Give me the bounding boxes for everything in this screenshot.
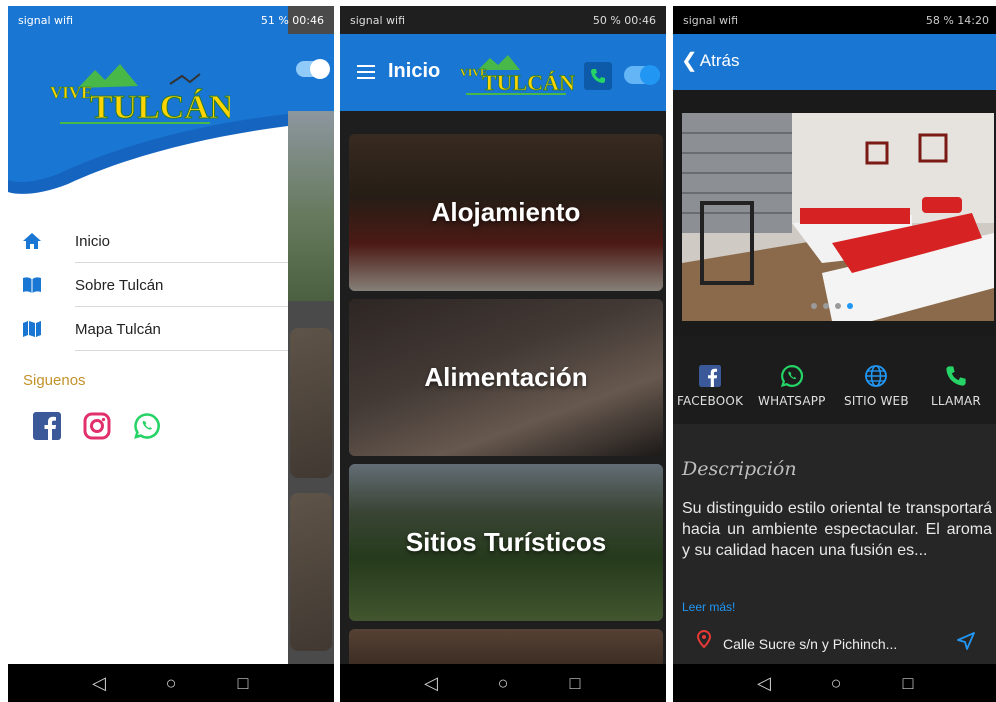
nav-back-button[interactable]: ◁ [88,672,110,694]
category-card[interactable] [349,629,663,669]
background-content [288,6,334,702]
svg-text:TULCÁN: TULCÁN [90,89,230,126]
home-icon [21,230,43,252]
whatsapp-icon[interactable] [133,412,163,442]
description-title: Descripción [682,458,797,480]
category-label: Alojamiento [431,197,581,227]
system-nav-bar: ◁ ○ □ [8,664,334,702]
phone-detail-screen: signal wifi 58 % 14:20 ❮ Atrás FACEBOOK … [673,6,996,702]
book-icon [21,274,43,296]
system-nav-bar: ◁ ○ □ [673,664,996,702]
navigation-arrow-icon[interactable] [957,632,975,655]
drawer-item-mapa-tulcan[interactable]: Mapa Tulcán [8,307,288,351]
category-label: Alimentación [424,362,588,392]
facebook-icon[interactable] [33,412,63,442]
page-title: Inicio [388,60,441,82]
facebook-icon [698,364,722,388]
category-card[interactable] [290,493,332,651]
detail-content: FACEBOOK WHATSAPP SITIO WEB LLAMAR Descr… [673,90,996,664]
status-bar: signal wifi 51 % 00:46 [8,6,334,34]
action-label: WHATSAPP [758,394,826,408]
phone-icon [944,364,968,388]
menu-icon[interactable] [357,65,375,79]
drawer-item-label: Mapa Tulcán [75,320,161,338]
globe-icon [864,364,888,388]
address-row[interactable]: Calle Sucre s/n y Pichinch... [673,624,996,664]
theme-toggle[interactable] [624,65,660,85]
status-right: 58 % 14:20 [925,13,989,27]
drawer-item-inicio[interactable]: Inicio [8,219,288,263]
facebook-button[interactable]: FACEBOOK [677,364,743,408]
nav-home-button[interactable]: ○ [492,672,514,694]
back-button[interactable]: ❮ Atrás [681,48,739,73]
hotel-room-image [682,113,994,321]
nav-recents-button[interactable]: □ [232,672,254,694]
app-bar: Inicio VIVE TULCÁN [340,34,666,111]
svg-text:TULCÁN: TULCÁN [482,70,575,95]
category-card-alimentacion[interactable]: Alimentación [349,299,663,456]
status-right: 50 % 00:46 [592,13,656,27]
category-card-sitios-turisticos[interactable]: Sitios Turísticos [349,464,663,621]
drawer-header: VIVE TULCÁN [8,6,288,196]
hotel-photo-carousel[interactable] [682,113,994,321]
status-left: signal wifi [18,13,74,27]
category-card[interactable] [290,328,332,478]
drawer-item-label: Inicio [75,232,111,250]
nav-recents-button[interactable]: □ [564,672,586,694]
chevron-left-icon: ❮ [681,50,698,72]
instagram-icon[interactable] [83,412,113,442]
website-button[interactable]: SITIO WEB [844,364,909,408]
category-card-alojamiento[interactable]: Alojamiento [349,134,663,291]
screenshot-collage: VIVE TULCÁN Inicio Sobre Tulcán Mapa Tul… [0,0,996,702]
system-nav-bar: ◁ ○ □ [340,664,666,702]
nav-home-button[interactable]: ○ [160,672,182,694]
nav-recents-button[interactable]: □ [897,672,919,694]
status-bar: signal wifi 58 % 14:20 [673,6,996,34]
status-right: 51 % 00:46 [260,13,324,27]
category-label: Sitios Turísticos [405,527,607,557]
vive-tulcan-logo: VIVE TULCÁN [50,58,230,128]
carousel-dots [811,303,853,309]
whatsapp-icon [780,364,804,388]
phone-home-screen: signal wifi 50 % 00:46 Inicio VIVE TULCÁ… [340,6,666,702]
drawer-item-sobre-tulcan[interactable]: Sobre Tulcán [8,263,288,307]
nav-back-button[interactable]: ◁ [753,672,775,694]
divider [75,350,288,351]
address-text: Calle Sucre s/n y Pichinch... [723,636,898,652]
action-bar: FACEBOOK WHATSAPP SITIO WEB LLAMAR [673,336,996,424]
action-label: LLAMAR [931,394,981,408]
phone-icon [591,69,605,83]
call-button[interactable] [584,62,612,90]
hero-image [288,111,334,301]
theme-toggle[interactable] [296,59,330,79]
call-button[interactable]: LLAMAR [931,364,981,408]
action-label: SITIO WEB [844,394,909,408]
phone-drawer-screen: VIVE TULCÁN Inicio Sobre Tulcán Mapa Tul… [8,6,334,702]
status-bar: signal wifi 50 % 00:46 [340,6,666,34]
description-text: Su distinguido estilo oriental te transp… [682,500,992,559]
map-icon [21,318,43,340]
location-pin-icon [696,629,712,653]
nav-home-button[interactable]: ○ [825,672,847,694]
vive-tulcan-logo: VIVE TULCÁN [460,52,575,96]
drawer-item-label: Sobre Tulcán [75,276,164,294]
description-section: Descripción Su distinguido estilo orient… [673,424,996,664]
whatsapp-button[interactable]: WHATSAPP [758,364,826,408]
siguenos-label: Siguenos [23,372,86,389]
status-left: signal wifi [683,13,739,27]
back-label: Atrás [699,50,740,70]
nav-back-button[interactable]: ◁ [420,672,442,694]
status-left: signal wifi [350,13,406,27]
action-label: FACEBOOK [677,394,744,408]
navigation-drawer: VIVE TULCÁN Inicio Sobre Tulcán Mapa Tul… [8,6,288,664]
read-more-link[interactable]: Leer más! [682,600,735,614]
svg-text:VIVE: VIVE [50,83,93,102]
